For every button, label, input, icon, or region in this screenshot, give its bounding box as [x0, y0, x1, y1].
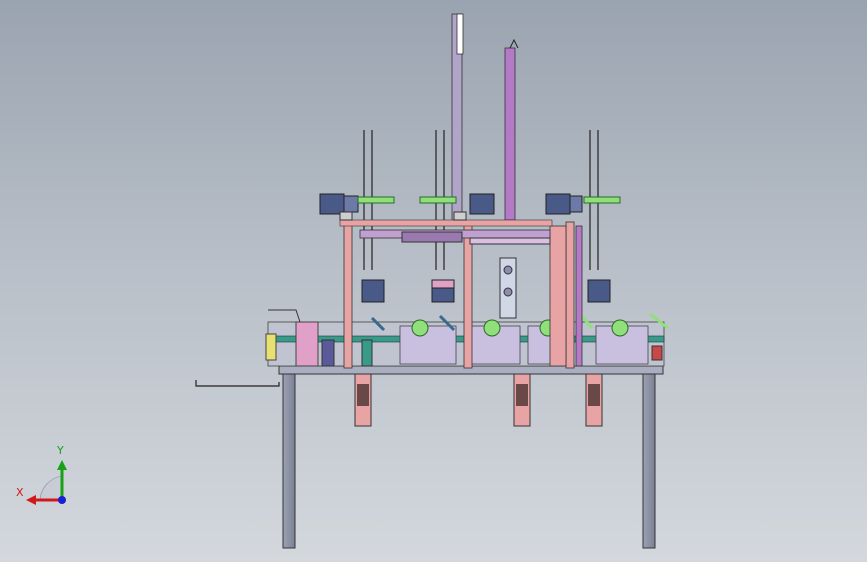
x-axis-label: X: [16, 486, 24, 499]
y-axis-label: Y: [57, 444, 64, 457]
orientation-triad: [26, 460, 67, 505]
cad-viewport[interactable]: Y X: [0, 0, 867, 562]
z-axis-dot: [58, 496, 66, 504]
